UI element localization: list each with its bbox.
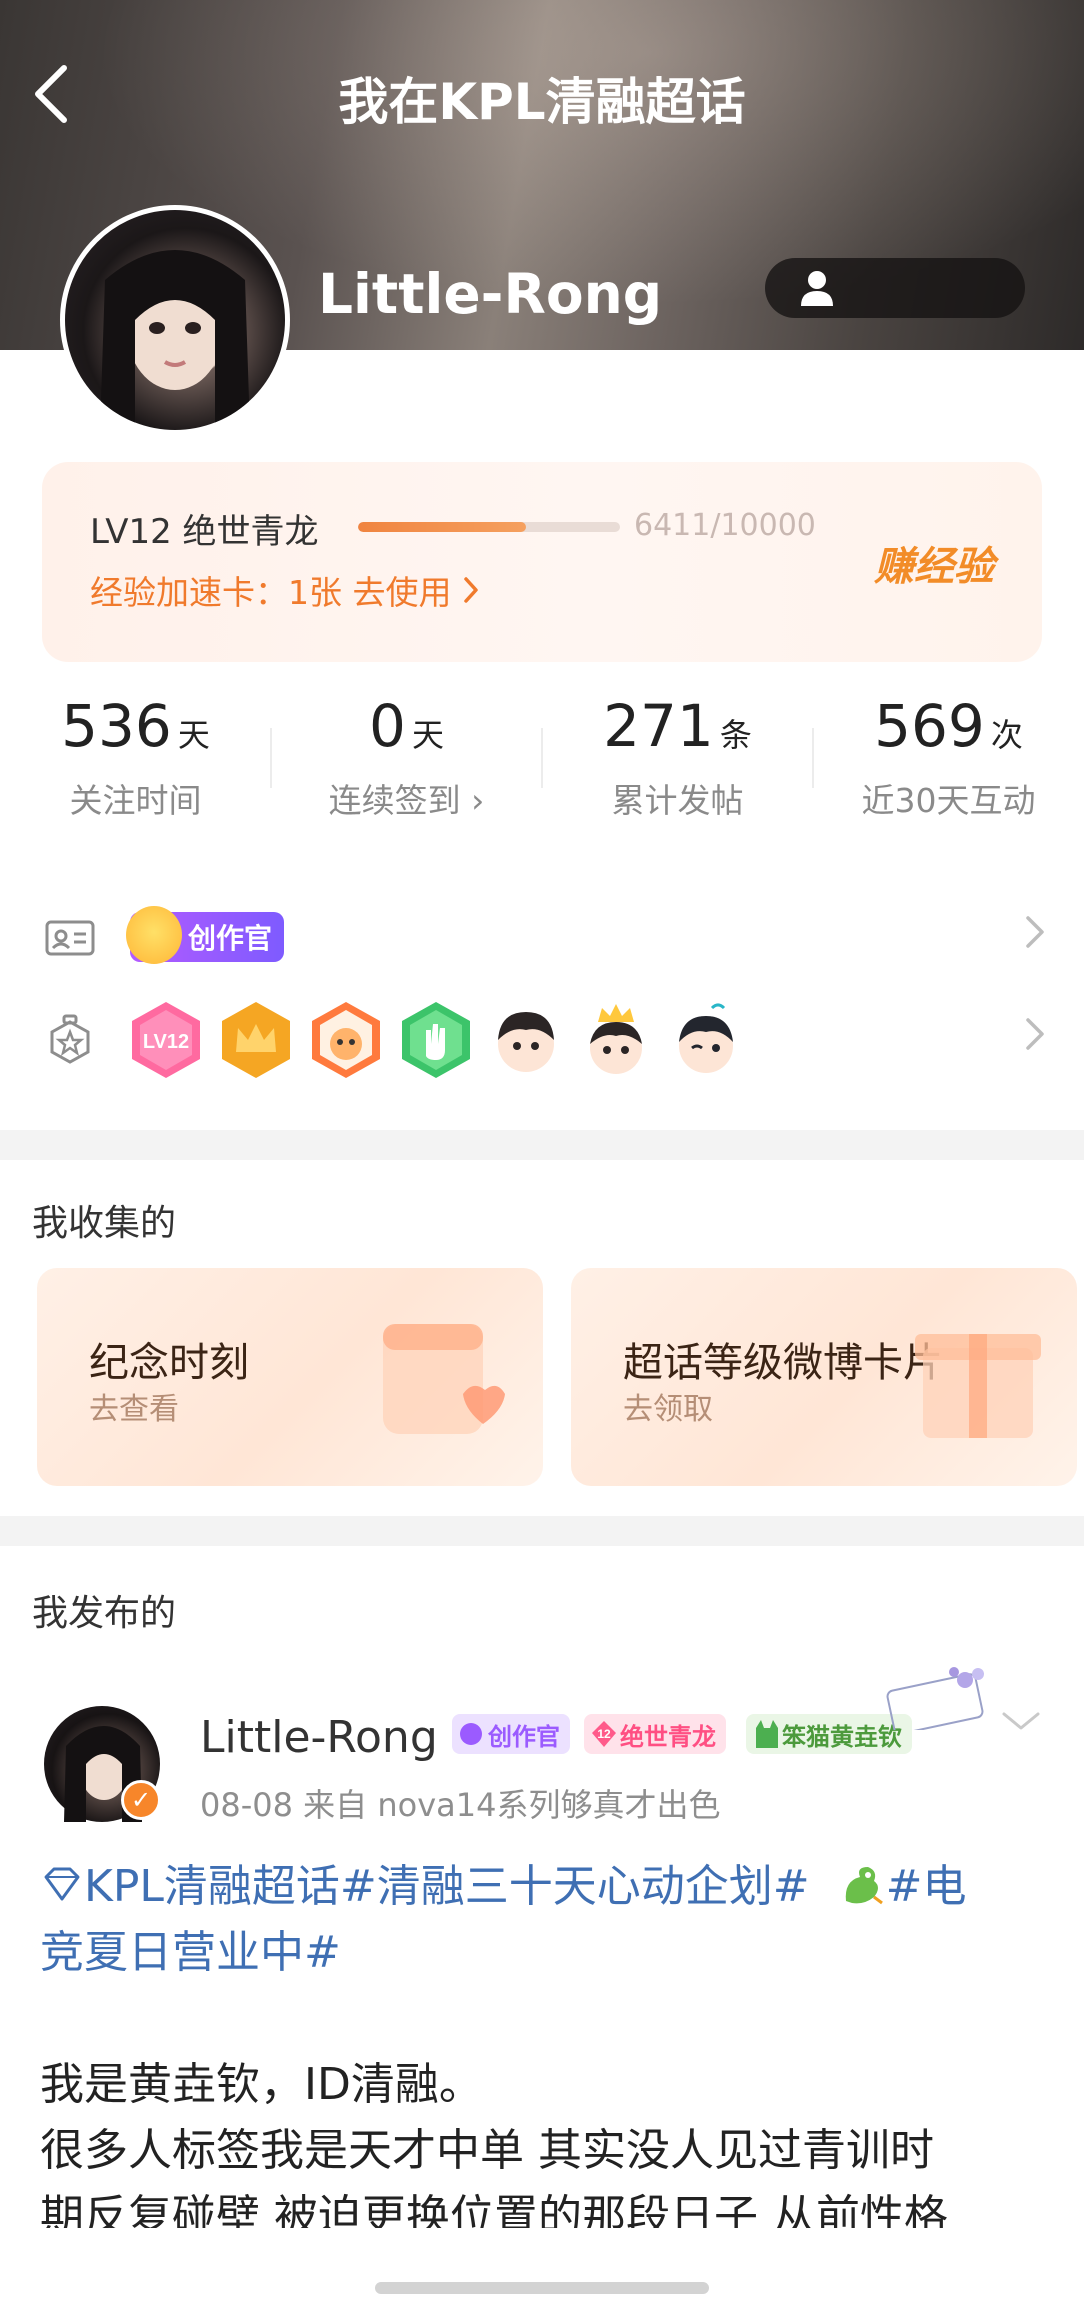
fox-badge[interactable] (306, 1000, 386, 1080)
gift-box-icon (915, 1334, 1041, 1438)
collect-card-subtitle: 去领取 (623, 1392, 713, 1427)
post-topic-link[interactable]: KPL清融超话#清融三十天心动企划# (84, 1861, 810, 1912)
collected-section-title: 我收集的 (32, 1203, 177, 1244)
wink-boy-sticker[interactable] (666, 1000, 746, 1080)
speed-card-link[interactable]: 经验加速卡：1张 去使用 (90, 566, 480, 614)
speed-card-label: 经验加速卡：1张 去使用 (90, 573, 452, 612)
stat-label: 关注时间 (69, 781, 202, 820)
post-meta: 08-08 来自 nova14系列够真才出色 (200, 1786, 721, 1824)
profile-avatar[interactable] (60, 205, 290, 435)
id-card-icon (45, 920, 95, 956)
post-tag-label: 创作官 (488, 1722, 560, 1751)
crowned-boy-sticker[interactable] (576, 1000, 656, 1080)
stat-unit: 次 (990, 716, 1023, 754)
stat-label: 近30天互动 (861, 781, 1036, 820)
level-card[interactable]: LV12 绝世青龙 6411/10000 经验加速卡：1张 去使用 赚经验 (42, 462, 1042, 662)
stat-value: 0 (369, 692, 406, 760)
badges-chevron-icon[interactable] (1024, 1014, 1046, 1064)
hand-badge[interactable] (396, 1000, 476, 1080)
section-divider (0, 1130, 1084, 1160)
collect-card-title: 纪念时刻 (89, 1340, 249, 1386)
section-divider (0, 1516, 1084, 1546)
creator-tag-icon (460, 1723, 482, 1745)
post-body[interactable]: KPL清融超话#清融三十天心动企划# #电 竞夏日营业中# 我是黄垚钦，ID清融… (40, 1854, 1050, 2228)
collect-card-moments[interactable]: 纪念时刻 去查看 (37, 1268, 543, 1486)
stat-label: 连续签到 › (328, 781, 485, 820)
post-tag-creator[interactable]: 创作官 (452, 1714, 570, 1754)
diamond-topic-icon (44, 1867, 80, 1901)
lv12-badge[interactable]: LV12 (126, 1000, 206, 1080)
stat-unit: 天 (177, 716, 210, 754)
calendar-heart-icon (383, 1324, 505, 1434)
collect-card-subtitle: 去查看 (89, 1392, 179, 1427)
creator-tag[interactable]: 创作官 (126, 906, 285, 964)
post-topic-link[interactable]: 竞夏日营业中# (40, 1920, 1050, 1986)
profile-username: Little-Rong (318, 262, 663, 326)
posts-section-title: 我发布的 (32, 1593, 177, 1634)
stat-unit: 天 (411, 716, 444, 754)
post-topic-link[interactable]: #电 (886, 1861, 967, 1912)
earn-exp-button[interactable]: 赚经验 (874, 534, 994, 592)
page-title: 我在KPL清融超话 (338, 73, 746, 131)
stats-row: 536 天 关注时间 0天 连续签到 › 271 条 累计发帖 569 次 近30天互… (0, 692, 1084, 842)
post-text-line: 很多人标签我是天才中单 其实没人见过青训时 (40, 2125, 934, 2176)
identity-chevron-icon[interactable] (1024, 912, 1046, 962)
level-progress-fill (358, 522, 526, 532)
chevron-right-icon (463, 577, 478, 603)
post-text-line-clipped: 期反复碰壁 被迫更换位置的那段日子 从前性格 (40, 2184, 1050, 2228)
post-username[interactable]: Little-Rong (200, 1712, 438, 1763)
stat-label: 累计发帖 (611, 781, 744, 820)
post-text-line: 我是黄垚钦，ID清融。 (40, 2059, 483, 2110)
level-name: LV12 绝世青龙 (90, 512, 319, 552)
level-progress-text: 6411/10000 (634, 508, 816, 543)
flower-card-decoration-icon (886, 1667, 984, 1730)
level-tag-icon: 12 (592, 1721, 616, 1747)
post-topic-line: KPL清融超话#清融三十天心动企划# #电 (40, 1854, 1050, 1920)
boy-sticker[interactable] (486, 1000, 566, 1080)
home-indicator[interactable] (375, 2282, 709, 2294)
chevron-down-icon[interactable] (1000, 1708, 1042, 1734)
user-icon (801, 271, 833, 306)
stat-follow-days: 536 天 关注时间 (0, 692, 271, 822)
level-tag-number: 12 (597, 1727, 611, 1741)
medal-icon (50, 1014, 90, 1064)
cat-tag-icon (756, 1720, 778, 1748)
verified-badge-icon: ✓ (121, 1780, 161, 1820)
stat-unit: 条 (719, 716, 752, 754)
follow-button[interactable] (765, 258, 1025, 318)
collect-card-level-card[interactable]: 超话等级微博卡片 去领取 (571, 1268, 1077, 1486)
stat-interactions: 569 次 近30天互动 (813, 692, 1084, 822)
stat-posts: 271 条 累计发帖 (542, 692, 813, 822)
creator-mascot-icon (126, 906, 182, 964)
crown-badge[interactable] (216, 1000, 296, 1080)
stat-checkin-days[interactable]: 0天 连续签到 › (271, 692, 542, 822)
stat-value: 271 (603, 692, 714, 760)
stat-value: 569 (874, 692, 985, 760)
lv12-badge-text: LV12 (143, 1031, 189, 1053)
post-tag-level[interactable]: 12 绝世青龙 (584, 1714, 726, 1754)
post-tag-label: 绝世青龙 (620, 1722, 716, 1751)
avatar-portrait (100, 250, 250, 430)
post-text-line: 期反复碰壁 被迫更换位置的那段日子 从前性格 (40, 2191, 948, 2228)
collect-card-title: 超话等级微博卡片 (623, 1340, 943, 1386)
stat-value: 536 (61, 692, 172, 760)
dragon-emoji-icon (845, 1867, 883, 1905)
creator-tag-label: 创作官 (188, 922, 273, 955)
level-progress-bar (358, 522, 620, 532)
